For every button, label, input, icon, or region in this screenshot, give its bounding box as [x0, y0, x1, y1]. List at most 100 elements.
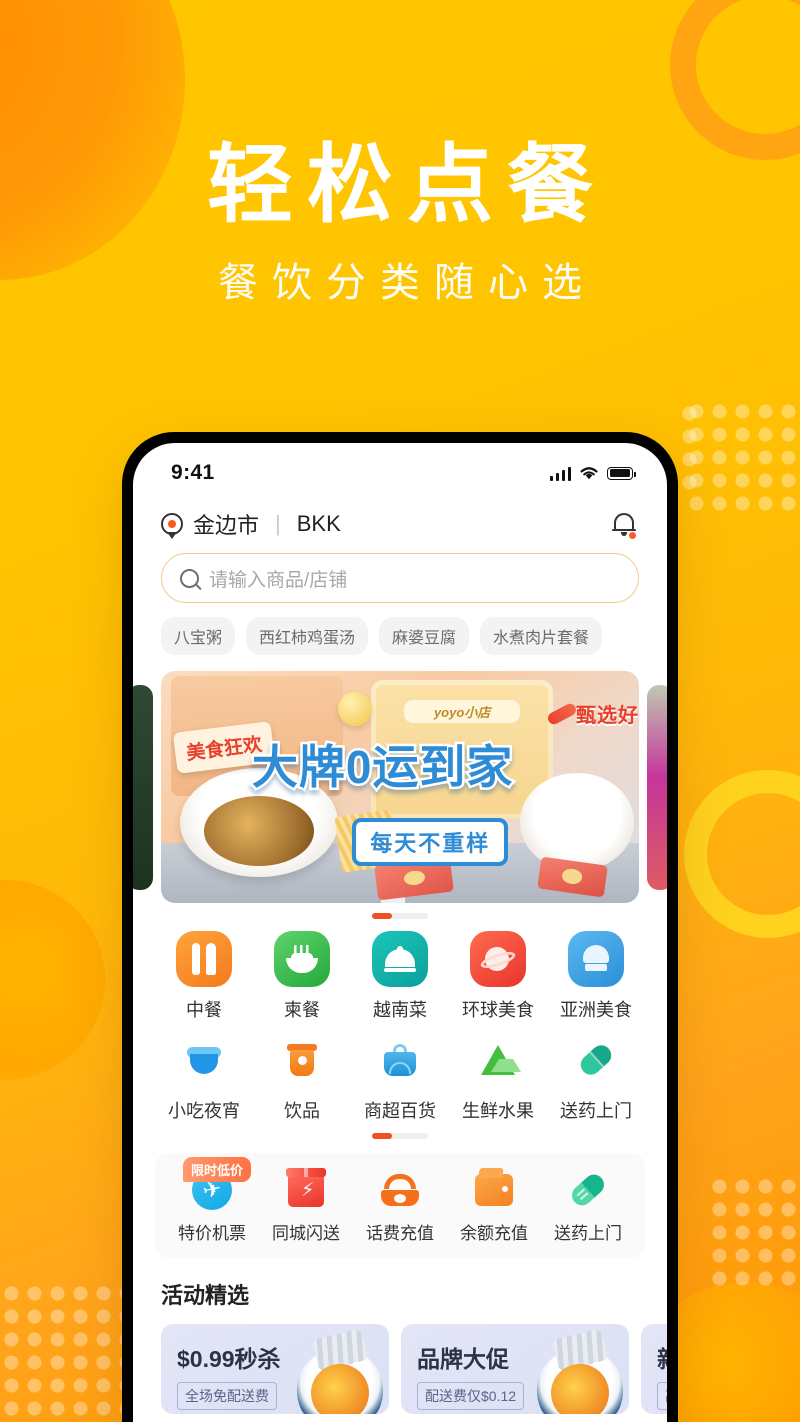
banner-food-left [204, 796, 314, 866]
decor-dot-grid-bottom-left [0, 1282, 140, 1422]
service-item-phone-topup[interactable]: 话费充值 [353, 1169, 447, 1244]
decor-ring-right-mid [684, 770, 800, 938]
poster-subheadline: 餐饮分类随心选 [218, 261, 596, 306]
category-label: 商超百货 [364, 1101, 436, 1121]
drink-cup-icon [274, 1032, 330, 1088]
battery-icon [607, 466, 636, 480]
noodle-bowl-icon [274, 931, 330, 987]
poster-headline-block: 轻松点餐 餐饮分类随心选 [0, 140, 800, 308]
service-item-balance-topup[interactable]: 余额充值 [447, 1169, 541, 1244]
category-indicator[interactable] [372, 1133, 428, 1139]
green-leaf-icon [470, 1032, 526, 1088]
status-icons [549, 466, 636, 481]
wallet-icon [473, 1169, 515, 1211]
search-input[interactable]: 请输入商品/店铺 [209, 565, 347, 592]
hot-tag[interactable]: 水煮肉片套餐 [480, 617, 603, 655]
banner-slide-active[interactable]: yoyo小店 美食狂欢 甄选好 大牌0运到家 每天不重样 [161, 671, 639, 903]
phone-screen: 9:41 金边市 | BKK 请输入商品/店铺 八宝粥 西红柿鸡蛋汤 麻婆豆腐 … [133, 443, 667, 1422]
category-label: 环球美食 [462, 1000, 534, 1020]
flash-box-icon: ⚡ [285, 1168, 327, 1211]
category-indicator-wrap [155, 1133, 645, 1139]
planet-icon [470, 931, 526, 987]
hot-tag[interactable]: 麻婆豆腐 [379, 617, 470, 655]
banner-indicator[interactable] [372, 913, 428, 919]
hot-tag[interactable]: 西红柿鸡蛋汤 [246, 617, 369, 655]
hot-search-tags: 八宝粥 西红柿鸡蛋汤 麻婆豆腐 水煮肉片套餐 [133, 603, 667, 655]
location-city: 金边市 [193, 513, 260, 538]
location-header: 金边市 | BKK [133, 497, 667, 549]
location-selector[interactable]: 金边市 | BKK [161, 508, 341, 540]
category-label: 送药上门 [560, 1101, 632, 1121]
category-grid: 中餐 柬餐 越南菜 环球美食 亚洲美食 小吃夜宵 饮品 商超百货 生鲜水果 送药… [133, 919, 667, 1139]
activity-card-subtitle: 全场免配送费 [177, 1382, 277, 1410]
category-label: 中餐 [186, 1000, 222, 1020]
banner-coin [337, 691, 372, 726]
category-label: 越南菜 [373, 1000, 427, 1020]
decor-dot-grid-right-top [685, 400, 800, 515]
category-item-asian[interactable]: 亚洲美食 [547, 931, 645, 1022]
promo-poster: 轻松点餐 餐饮分类随心选 9:41 金边市 | BKK 请输入商品/店铺 八宝粥… [0, 0, 800, 1422]
location-pin-icon [161, 513, 183, 535]
activity-card[interactable]: 新店 高性 [641, 1324, 667, 1414]
category-label: 亚洲美食 [560, 1000, 632, 1020]
decor-dot-grid-right-bottom [708, 1175, 800, 1290]
banner-peek-previous[interactable] [133, 684, 153, 890]
shopping-bag-icon [372, 1032, 428, 1088]
decor-ring-top-right [670, 0, 800, 160]
service-label: 特价机票 [178, 1224, 246, 1243]
service-shortcut-card: 限时低价 特价机票 ⚡ 同城闪送 话费充值 [155, 1153, 645, 1258]
activity-card-title: 新店 [657, 1340, 667, 1374]
category-item-supermarket[interactable]: 商超百货 [351, 1032, 449, 1123]
activity-card-list: $0.99秒杀 全场免配送费 品牌大促 配送费仅$0.12 新店 高性 [133, 1310, 667, 1414]
activity-card[interactable]: 品牌大促 配送费仅$0.12 [401, 1324, 629, 1414]
phone-mockup: 9:41 金边市 | BKK 请输入商品/店铺 八宝粥 西红柿鸡蛋汤 麻婆豆腐 … [122, 432, 678, 1422]
notification-bell-icon[interactable] [611, 511, 637, 539]
service-label: 送药上门 [554, 1224, 622, 1243]
activity-card-subtitle: 高性 [657, 1382, 667, 1410]
category-label: 生鲜水果 [462, 1101, 534, 1121]
category-item-fresh[interactable]: 生鲜水果 [449, 1032, 547, 1123]
service-badge: 限时低价 [183, 1157, 252, 1182]
blue-bowl-icon [176, 1032, 232, 1088]
search-bar[interactable]: 请输入商品/店铺 [161, 553, 639, 603]
activity-card-subtitle: 配送费仅$0.12 [417, 1382, 525, 1410]
capsule-icon [567, 1169, 609, 1211]
location-city-code: BKK [296, 511, 341, 536]
cloche-icon [372, 931, 428, 987]
service-item-medicine-delivery[interactable]: 送药上门 [541, 1169, 635, 1244]
banner-peek-next[interactable] [647, 684, 667, 890]
status-time: 9:41 [171, 461, 215, 484]
service-item-delivery[interactable]: ⚡ 同城闪送 [259, 1168, 353, 1244]
service-label: 话费充值 [366, 1224, 434, 1243]
banner-shop-sign: yoyo小店 [404, 699, 521, 724]
category-item-vietnamese[interactable]: 越南菜 [351, 931, 449, 1022]
telephone-icon [379, 1169, 421, 1211]
hot-tag[interactable]: 八宝粥 [161, 617, 236, 655]
category-label: 饮品 [284, 1101, 320, 1121]
category-item-snacks[interactable]: 小吃夜宵 [155, 1032, 253, 1123]
banner-carousel[interactable]: yoyo小店 美食狂欢 甄选好 大牌0运到家 每天不重样 [133, 671, 667, 903]
category-item-chinese[interactable]: 中餐 [155, 931, 253, 1022]
status-bar: 9:41 [133, 443, 667, 497]
location-divider: | [275, 511, 281, 536]
decor-circle-left-mid [0, 880, 105, 1080]
decor-dot-grid-right-edge [678, 402, 704, 494]
search-icon [180, 568, 199, 588]
banner-tag-right: 甄选好 [576, 704, 639, 727]
category-item-global[interactable]: 环球美食 [449, 931, 547, 1022]
category-row-2: 小吃夜宵 饮品 商超百货 生鲜水果 送药上门 [155, 1032, 645, 1123]
banner-headline: 大牌0运到家 [249, 739, 515, 796]
service-label: 余额充值 [460, 1224, 528, 1243]
wifi-icon [580, 466, 598, 479]
activity-card[interactable]: $0.99秒杀 全场免配送费 [161, 1324, 389, 1414]
capsule-icon [568, 1032, 624, 1088]
category-item-khmer[interactable]: 柬餐 [253, 931, 351, 1022]
service-label: 同城闪送 [272, 1224, 340, 1243]
fork-spoon-icon [176, 931, 232, 987]
category-item-medicine[interactable]: 送药上门 [547, 1032, 645, 1123]
service-item-flight[interactable]: 限时低价 特价机票 [165, 1157, 259, 1244]
category-row-1: 中餐 柬餐 越南菜 环球美食 亚洲美食 [155, 931, 645, 1022]
category-item-drinks[interactable]: 饮品 [253, 1032, 351, 1123]
chef-hat-icon [568, 931, 624, 987]
activity-section-title: 活动精选 [161, 1283, 250, 1308]
